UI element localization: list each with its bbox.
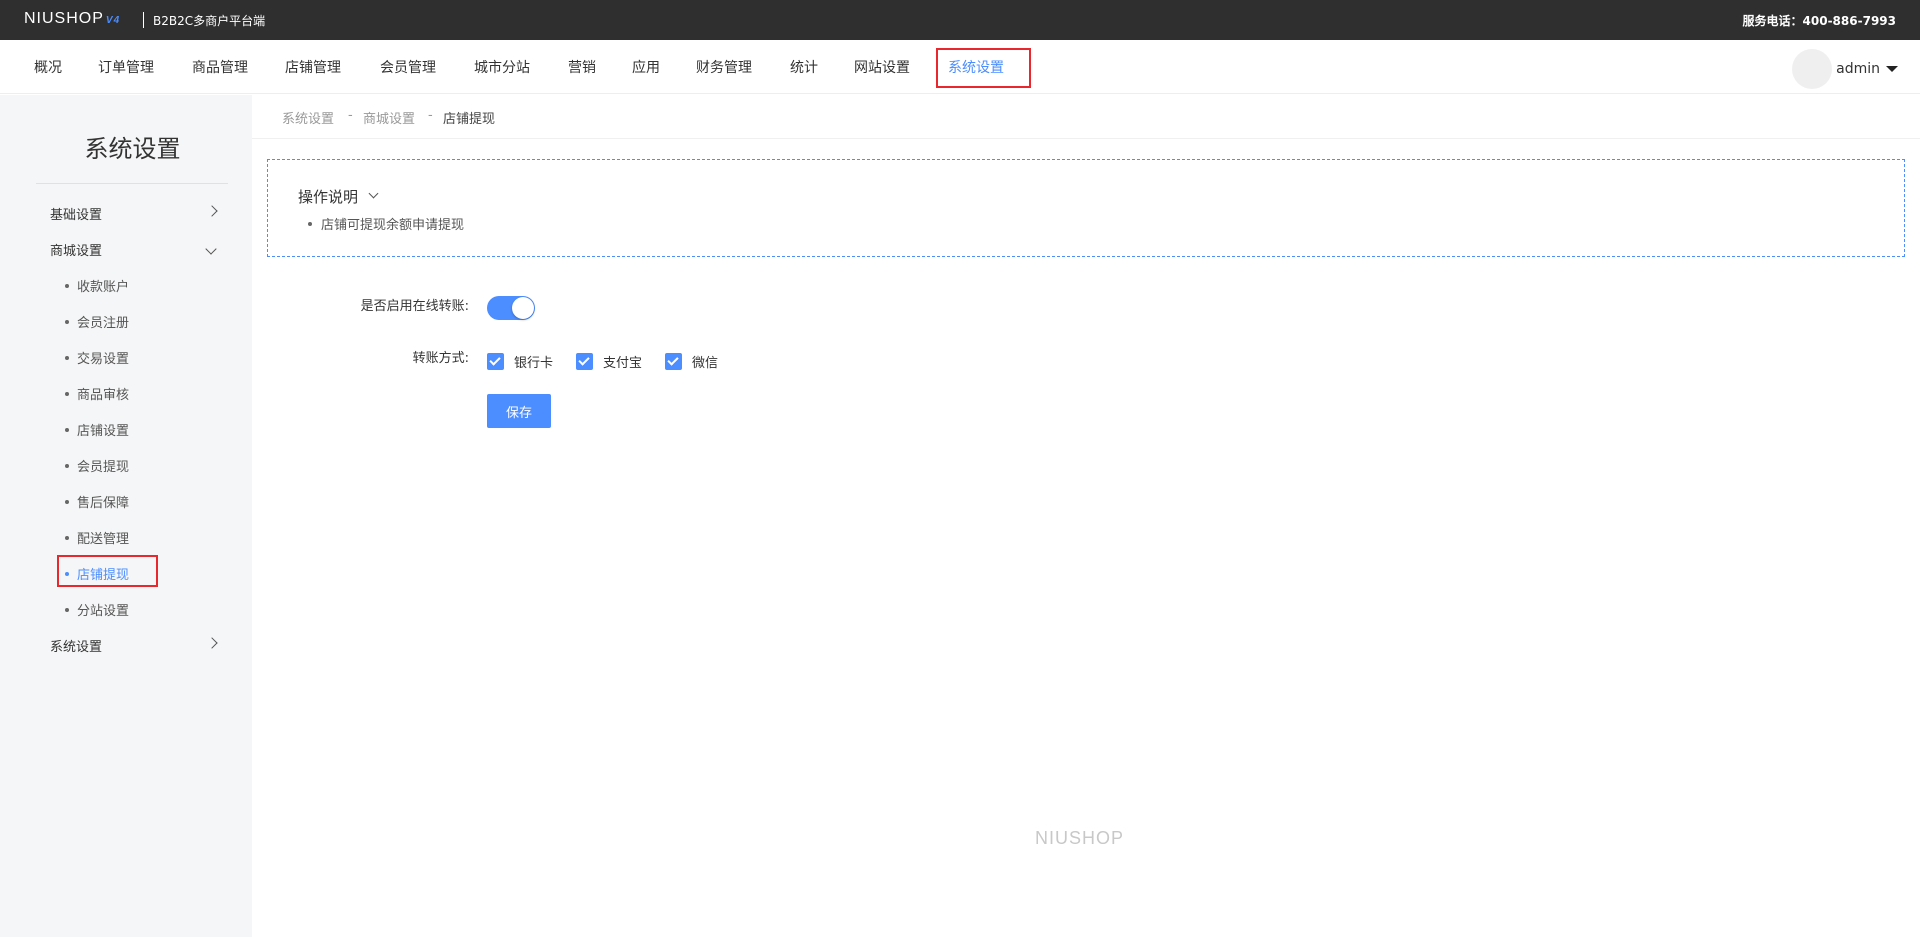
breadcrumb-system[interactable]: 系统设置 bbox=[282, 108, 334, 127]
niushop-logo[interactable]: NIUSHOP V4 bbox=[24, 10, 120, 28]
save-button[interactable]: 保存 bbox=[487, 394, 551, 428]
checkbox-alipay[interactable]: 支付宝 bbox=[576, 352, 642, 371]
sidebar-item-label: 售后保障 bbox=[77, 496, 130, 511]
nav-item-goods[interactable]: 商品管理 bbox=[192, 57, 248, 77]
sidebar-item-label: 配送管理 bbox=[77, 532, 130, 547]
bullet-icon bbox=[65, 607, 69, 612]
sidebar-item-label: 分站设置 bbox=[77, 604, 130, 619]
service-phone: 服务电话：400-886-7993 bbox=[1742, 14, 1896, 28]
sidebar-item-member-withdraw[interactable]: 会员提现 bbox=[65, 456, 129, 475]
checkbox-label: 银行卡 bbox=[514, 356, 554, 371]
footer-logo: NIUSHOP bbox=[1035, 828, 1125, 848]
nav-item-members[interactable]: 会员管理 bbox=[380, 57, 436, 77]
sidebar-item-delivery[interactable]: 配送管理 bbox=[65, 528, 129, 547]
sidebar-item-label: 收款账户 bbox=[77, 280, 130, 295]
sidebar-item-after-sales[interactable]: 售后保障 bbox=[65, 492, 129, 511]
bullet-icon bbox=[65, 535, 69, 540]
sidebar-title: 系统设置 bbox=[84, 135, 181, 163]
logo-version: V4 bbox=[105, 15, 121, 26]
transfer-method-label: 转账方式: bbox=[412, 351, 469, 366]
checkbox-bank-card[interactable]: 银行卡 bbox=[487, 352, 553, 371]
tip-title[interactable]: 操作说明 bbox=[298, 186, 358, 207]
bullet-icon bbox=[65, 463, 69, 468]
switch-knob bbox=[512, 297, 534, 319]
chevron-right-icon[interactable] bbox=[206, 637, 218, 649]
sidebar-item-label: 会员注册 bbox=[77, 316, 130, 331]
nav-item-overview[interactable]: 概况 bbox=[34, 57, 62, 77]
nav-item-statistics[interactable]: 统计 bbox=[790, 57, 818, 77]
user-name[interactable]: admin bbox=[1836, 61, 1880, 77]
breadcrumb-sep: - bbox=[428, 108, 433, 123]
tip-box: 操作说明 店铺可提现余额申请提现 bbox=[267, 159, 1905, 257]
logo-text: NIUSHOP bbox=[24, 10, 104, 27]
sidebar-highlight-box bbox=[57, 555, 158, 587]
checkbox-label: 微信 bbox=[692, 356, 719, 371]
bullet-icon bbox=[65, 499, 69, 504]
nav-item-finance[interactable]: 财务管理 bbox=[696, 57, 752, 77]
avatar[interactable] bbox=[1792, 49, 1833, 89]
sidebar-item-member-register[interactable]: 会员注册 bbox=[65, 312, 129, 331]
checkbox-wechat[interactable]: 微信 bbox=[665, 352, 718, 371]
sidebar-item-goods-review[interactable]: 商品审核 bbox=[65, 384, 129, 403]
bullet-icon bbox=[65, 283, 69, 288]
platform-name: B2B2C多商户平台端 bbox=[153, 14, 266, 28]
sidebar-group-system[interactable]: 系统设置 bbox=[50, 636, 102, 655]
nav-item-orders[interactable]: 订单管理 bbox=[98, 57, 154, 77]
sidebar-group-basic[interactable]: 基础设置 bbox=[50, 204, 102, 223]
nav-item-city-branch[interactable]: 城市分站 bbox=[474, 57, 530, 77]
sidebar-divider bbox=[36, 183, 228, 184]
chevron-right-icon[interactable] bbox=[206, 205, 218, 217]
sidebar-item-label: 店铺设置 bbox=[77, 424, 130, 439]
sidebar-item-shop-settings[interactable]: 店铺设置 bbox=[65, 420, 129, 439]
sidebar-item-trade-settings[interactable]: 交易设置 bbox=[65, 348, 129, 367]
top-bar: NIUSHOP V4 B2B2C多商户平台端 服务电话：400-886-7993 bbox=[0, 0, 1920, 40]
sidebar-item-label: 商品审核 bbox=[77, 388, 130, 403]
sidebar: 系统设置 基础设置 商城设置 收款账户 会员注册 交易设置 商品审核 店铺设置 … bbox=[0, 95, 252, 937]
nav-item-website[interactable]: 网站设置 bbox=[854, 57, 910, 77]
checkbox-checked-icon[interactable] bbox=[487, 353, 504, 370]
breadcrumb-current: 店铺提现 bbox=[443, 112, 496, 127]
checkbox-checked-icon[interactable] bbox=[665, 353, 682, 370]
nav-highlight-box bbox=[936, 48, 1031, 88]
chevron-down-icon[interactable] bbox=[205, 243, 217, 255]
sidebar-item-label: 交易设置 bbox=[77, 352, 130, 367]
bullet-icon bbox=[65, 355, 69, 360]
bullet-icon bbox=[65, 427, 69, 432]
online-transfer-label: 是否启用在线转账: bbox=[360, 299, 469, 314]
nav-item-apps[interactable]: 应用 bbox=[632, 57, 660, 77]
breadcrumb: 系统设置 - 商城设置 - 店铺提现 bbox=[252, 95, 1920, 139]
logo-divider bbox=[143, 12, 144, 28]
sidebar-item-branch-settings[interactable]: 分站设置 bbox=[65, 600, 129, 619]
bullet-icon bbox=[308, 221, 312, 226]
tip-item-text: 店铺可提现余额申请提现 bbox=[321, 218, 465, 233]
tip-item: 店铺可提现余额申请提现 bbox=[308, 214, 464, 233]
checkbox-label: 支付宝 bbox=[603, 356, 643, 371]
nav-item-marketing[interactable]: 营销 bbox=[568, 57, 596, 77]
checkbox-checked-icon[interactable] bbox=[576, 353, 593, 370]
online-transfer-switch[interactable] bbox=[487, 296, 535, 320]
sidebar-item-payment-account[interactable]: 收款账户 bbox=[65, 276, 129, 295]
caret-down-icon[interactable] bbox=[1886, 66, 1898, 72]
chevron-down-icon[interactable] bbox=[368, 188, 379, 199]
user-menu[interactable]: admin bbox=[1792, 49, 1898, 89]
breadcrumb-mall[interactable]: 商城设置 bbox=[363, 108, 415, 127]
sidebar-item-label: 会员提现 bbox=[77, 460, 130, 475]
nav-item-shops[interactable]: 店铺管理 bbox=[285, 57, 341, 77]
bullet-icon bbox=[65, 319, 69, 324]
bullet-icon bbox=[65, 391, 69, 396]
breadcrumb-sep: - bbox=[348, 108, 353, 123]
sidebar-group-mall[interactable]: 商城设置 bbox=[50, 240, 102, 259]
